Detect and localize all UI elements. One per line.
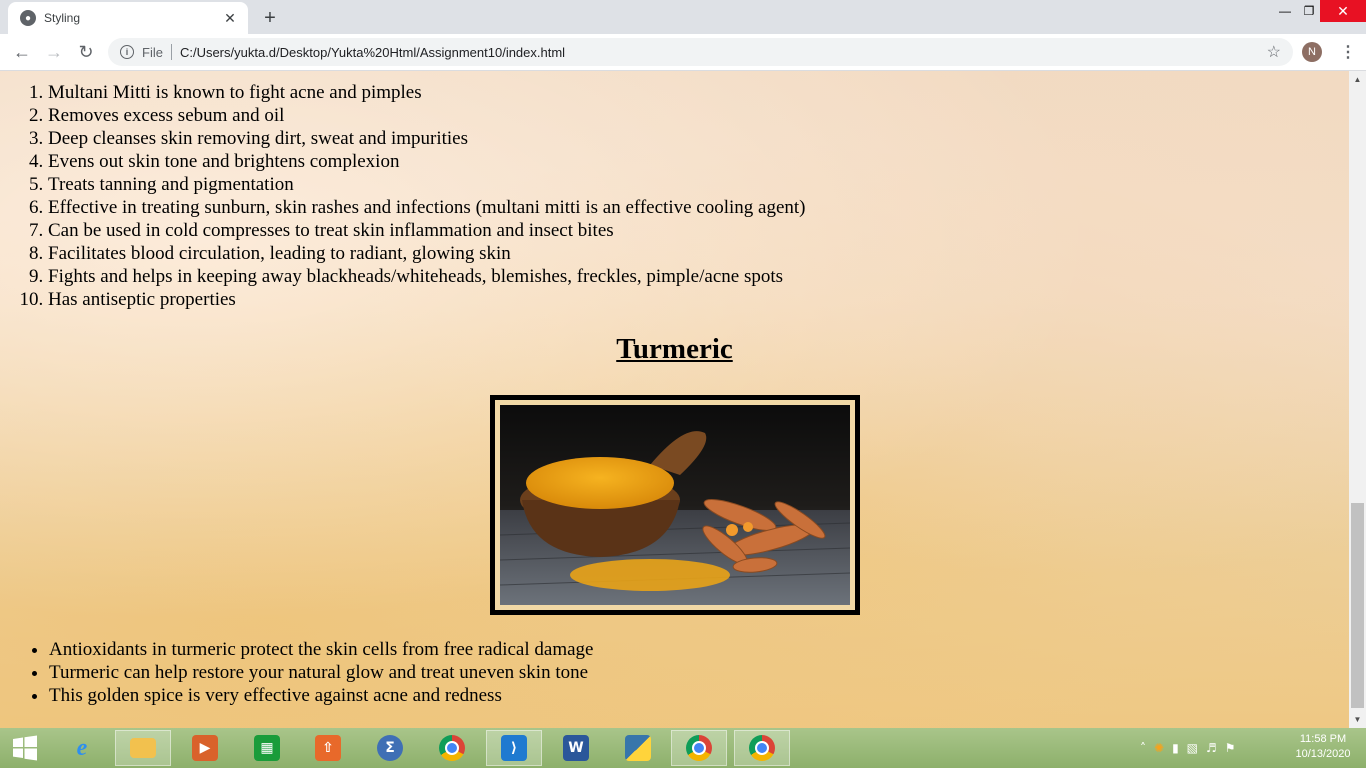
python-icon xyxy=(625,735,651,761)
internet-explorer-app[interactable]: e xyxy=(54,730,110,766)
system-clock[interactable]: 11:58 PM 10/13/2020 xyxy=(1288,732,1358,762)
list-item: Treats tanning and pigmentation xyxy=(48,173,806,196)
chrome-icon xyxy=(686,735,712,761)
turmeric-image-mat xyxy=(495,400,855,610)
list-item: Deep cleanses skin removing dirt, sweat … xyxy=(48,127,806,150)
word-app[interactable]: W xyxy=(548,730,604,766)
office-upload-app[interactable]: ⇧ xyxy=(300,730,356,766)
page-viewport: Multani Mitti is known to fight acne and… xyxy=(0,71,1349,728)
url-scheme: File xyxy=(142,44,163,60)
list-item: Evens out skin tone and brightens comple… xyxy=(48,150,806,173)
globe-icon: ● xyxy=(20,10,36,26)
clock-time: 11:58 PM xyxy=(1299,733,1347,745)
action-center-flag-icon[interactable]: ⚑ xyxy=(1225,741,1236,755)
python-app[interactable] xyxy=(610,730,666,766)
list-item: Antioxidants in turmeric protect the ski… xyxy=(49,638,593,661)
forward-arrow-icon[interactable]: → xyxy=(42,40,66,64)
folder-icon xyxy=(130,738,156,758)
math-input-icon: Σ xyxy=(377,735,403,761)
close-window-button[interactable]: ✕ xyxy=(1320,0,1366,22)
office-upload-icon: ⇧ xyxy=(315,735,341,761)
turmeric-heading: Turmeric xyxy=(616,333,733,365)
turmeric-benefits-list: Antioxidants in turmeric protect the ski… xyxy=(0,638,593,707)
internet-explorer-icon: e xyxy=(76,734,88,761)
windows-logo-icon xyxy=(13,735,37,761)
list-item: Has antiseptic properties xyxy=(48,288,806,311)
store-icon: ▦ xyxy=(254,735,280,761)
multani-benefits-list: Multani Mitti is known to fight acne and… xyxy=(0,81,806,311)
chrome-app[interactable] xyxy=(424,730,480,766)
list-item: Can be used in cold compresses to treat … xyxy=(48,219,806,242)
media-player-icon: ▶ xyxy=(192,735,218,761)
list-item: Effective in treating sunburn, skin rash… xyxy=(48,196,806,219)
list-item: This golden spice is very effective agai… xyxy=(49,684,593,707)
back-arrow-icon[interactable]: ← xyxy=(10,40,34,64)
browser-toolbar: ← → ↻ i File C:/Users/yukta.d/Desktop/Yu… xyxy=(0,34,1366,71)
browser-titlebar: ● Styling ✕ + — ❐ ✕ xyxy=(0,0,1366,34)
address-bar[interactable]: i File C:/Users/yukta.d/Desktop/Yukta%20… xyxy=(108,38,1293,66)
system-tray: ˄ ✺ ▮ ▧ ♬ ⚑ xyxy=(1140,728,1236,768)
media-player-app[interactable]: ▶ xyxy=(177,730,233,766)
kebab-menu-icon[interactable]: ⋮ xyxy=(1336,40,1360,64)
info-icon[interactable]: i xyxy=(120,45,134,59)
vs-code-icon: ⟩ xyxy=(501,735,527,761)
volume-icon[interactable]: ♬ xyxy=(1206,741,1217,755)
windows-taskbar: e ▶ ▦ ⇧ Σ ⟩ W ˄ ✺ ▮ ▧ ♬ ⚑ 11:58 PM 10/13… xyxy=(0,728,1366,768)
show-hidden-icons-chevron-icon[interactable]: ˄ xyxy=(1140,741,1146,755)
list-item: Removes excess sebum and oil xyxy=(48,104,806,127)
math-input-app[interactable]: Σ xyxy=(362,730,418,766)
vertical-scrollbar[interactable]: ▲ ▼ xyxy=(1349,71,1366,728)
chrome-icon xyxy=(749,735,775,761)
chrome-profile-y-app[interactable] xyxy=(734,730,790,766)
scroll-down-arrow-icon[interactable]: ▼ xyxy=(1349,711,1366,728)
profile-avatar[interactable]: N xyxy=(1302,42,1322,62)
list-item: Fights and helps in keeping away blackhe… xyxy=(48,265,806,288)
list-item: Multani Mitti is known to fight acne and… xyxy=(48,81,806,104)
new-tab-button[interactable]: + xyxy=(258,6,282,30)
chrome-profile-n-app[interactable] xyxy=(671,730,727,766)
network-icon[interactable]: ▧ xyxy=(1187,741,1198,755)
turmeric-image xyxy=(500,405,850,605)
store-app[interactable]: ▦ xyxy=(239,730,295,766)
url-text[interactable]: C:/Users/yukta.d/Desktop/Yukta%20Html/As… xyxy=(180,45,1267,60)
reload-icon[interactable]: ↻ xyxy=(74,40,98,64)
chrome-icon xyxy=(439,735,465,761)
word-icon: W xyxy=(563,735,589,761)
list-item: Turmeric can help restore your natural g… xyxy=(49,661,593,684)
scroll-up-arrow-icon[interactable]: ▲ xyxy=(1349,71,1366,88)
start-button[interactable] xyxy=(2,730,48,766)
url-divider xyxy=(170,44,172,60)
tab-close-icon[interactable]: ✕ xyxy=(222,10,238,26)
list-item: Facilitates blood circulation, leading t… xyxy=(48,242,806,265)
file-explorer-app[interactable] xyxy=(115,730,171,766)
bookmark-star-icon[interactable]: ☆ xyxy=(1267,42,1281,62)
clock-date: 10/13/2020 xyxy=(1295,748,1351,760)
browser-tab[interactable]: ● Styling ✕ xyxy=(8,2,248,34)
tab-title: Styling xyxy=(44,11,81,25)
scrollbar-thumb[interactable] xyxy=(1351,503,1364,708)
turmeric-image-frame xyxy=(490,395,860,615)
vs-code-app[interactable]: ⟩ xyxy=(486,730,542,766)
update-icon[interactable]: ✺ xyxy=(1154,741,1164,755)
device-icon[interactable]: ▮ xyxy=(1172,741,1179,755)
